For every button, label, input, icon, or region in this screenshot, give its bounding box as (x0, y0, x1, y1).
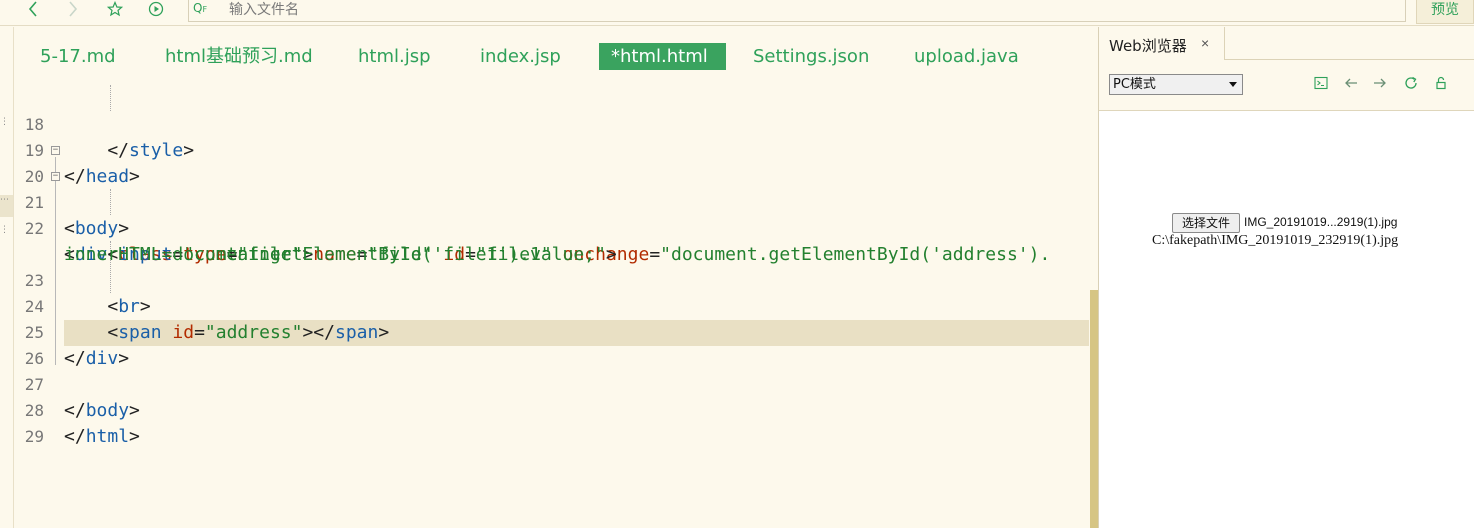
code-line-wrapped: innerHTML=document.getElementById('file1… (14, 216, 1088, 265)
code-line: 23 <br> (14, 242, 1088, 317)
lock-icon[interactable] (1433, 75, 1451, 93)
code-line: 29 (14, 398, 1088, 446)
strip-marker: ⋮ (0, 224, 9, 234)
code-editor[interactable]: 18 </style> 19 </head> 20 − <body> 21 − … (14, 85, 1098, 528)
code-text: </html> (64, 426, 140, 447)
editor-tab-bar: 5-17.md html基础预习.md html.jsp index.jsp *… (14, 27, 1098, 85)
tab-5-17-md[interactable]: 5-17.md (40, 43, 116, 70)
refresh-icon[interactable] (1403, 75, 1421, 93)
play-circle-icon[interactable] (145, 0, 167, 20)
file-search-box: QF (188, 0, 1406, 22)
tab-divider (1225, 59, 1474, 60)
chevron-left-icon[interactable] (22, 0, 44, 20)
editor-scrollbar[interactable] (1090, 290, 1098, 528)
tab-upload-java[interactable]: upload.java (914, 43, 1019, 70)
mode-select[interactable]: PC模式 (1109, 74, 1243, 95)
file-search-input[interactable] (229, 0, 1389, 20)
preview-button[interactable]: 预览 (1416, 0, 1474, 24)
code-line: 19 </head> (14, 112, 1088, 187)
close-icon[interactable]: × (1201, 35, 1209, 51)
strip-marker: ⋯ (0, 195, 13, 217)
code-line: 28 </html> (14, 372, 1088, 447)
fold-collapse-icon[interactable]: − (51, 146, 60, 155)
console-icon[interactable] (1313, 75, 1331, 93)
dropdown-arrow-icon (1229, 82, 1237, 87)
tab-settings-json[interactable]: Settings.json (753, 43, 869, 70)
code-line: 24 <span id="address"></span> (14, 268, 1088, 343)
code-line-current: 26 (14, 320, 1088, 368)
top-toolbar: QF 预览 (0, 0, 1474, 26)
browser-tab-label: Web浏览器 (1109, 37, 1187, 55)
tab-web-browser[interactable]: Web浏览器 × (1099, 27, 1225, 60)
browser-viewport: 选择文件 IMG_20191019...2919(1).jpg C:\fakep… (1099, 112, 1474, 528)
choose-file-button[interactable]: 选择文件 (1172, 213, 1240, 233)
browser-header: Web浏览器 × PC模式 (1099, 27, 1474, 111)
forward-arrow-icon[interactable] (1372, 75, 1390, 93)
fold-collapse-icon[interactable]: − (51, 172, 60, 181)
search-filter-icon: QF (193, 1, 208, 15)
mode-select-value: PC模式 (1113, 77, 1156, 92)
code-line: 25 </div> (14, 294, 1088, 369)
chevron-right-icon[interactable] (62, 0, 84, 20)
code-line: 18 </style> (14, 86, 1088, 161)
web-browser-panel: Web浏览器 × PC模式 选择文件 IMG_20191019...2919(1… (1098, 27, 1474, 528)
selected-file-name: IMG_20191019...2919(1).jpg (1244, 215, 1398, 229)
code-line: 22 <input type="file" name="file" id="fi… (14, 190, 1088, 265)
tab-index-jsp[interactable]: index.jsp (480, 43, 561, 70)
strip-marker: ⋮ (0, 116, 9, 126)
code-line: 21 − <div class="container"> (14, 164, 1088, 266)
code-line: 20 − <body> (14, 138, 1088, 240)
tab-html-jsp[interactable]: html.jsp (358, 43, 431, 70)
code-line: 27 </body> (14, 346, 1088, 421)
tab-html-basics-md[interactable]: html基础预习.md (165, 43, 313, 70)
left-gutter-strip: ⋮ ⋯ ⋮ (0, 27, 14, 528)
star-icon[interactable] (104, 0, 126, 20)
line-number: 29 (24, 427, 44, 446)
file-path-text: C:\fakepath\IMG_20191019_232919(1).jpg (1152, 233, 1399, 248)
back-arrow-icon[interactable] (1343, 75, 1361, 93)
tab-html-html[interactable]: *html.html (599, 43, 726, 70)
